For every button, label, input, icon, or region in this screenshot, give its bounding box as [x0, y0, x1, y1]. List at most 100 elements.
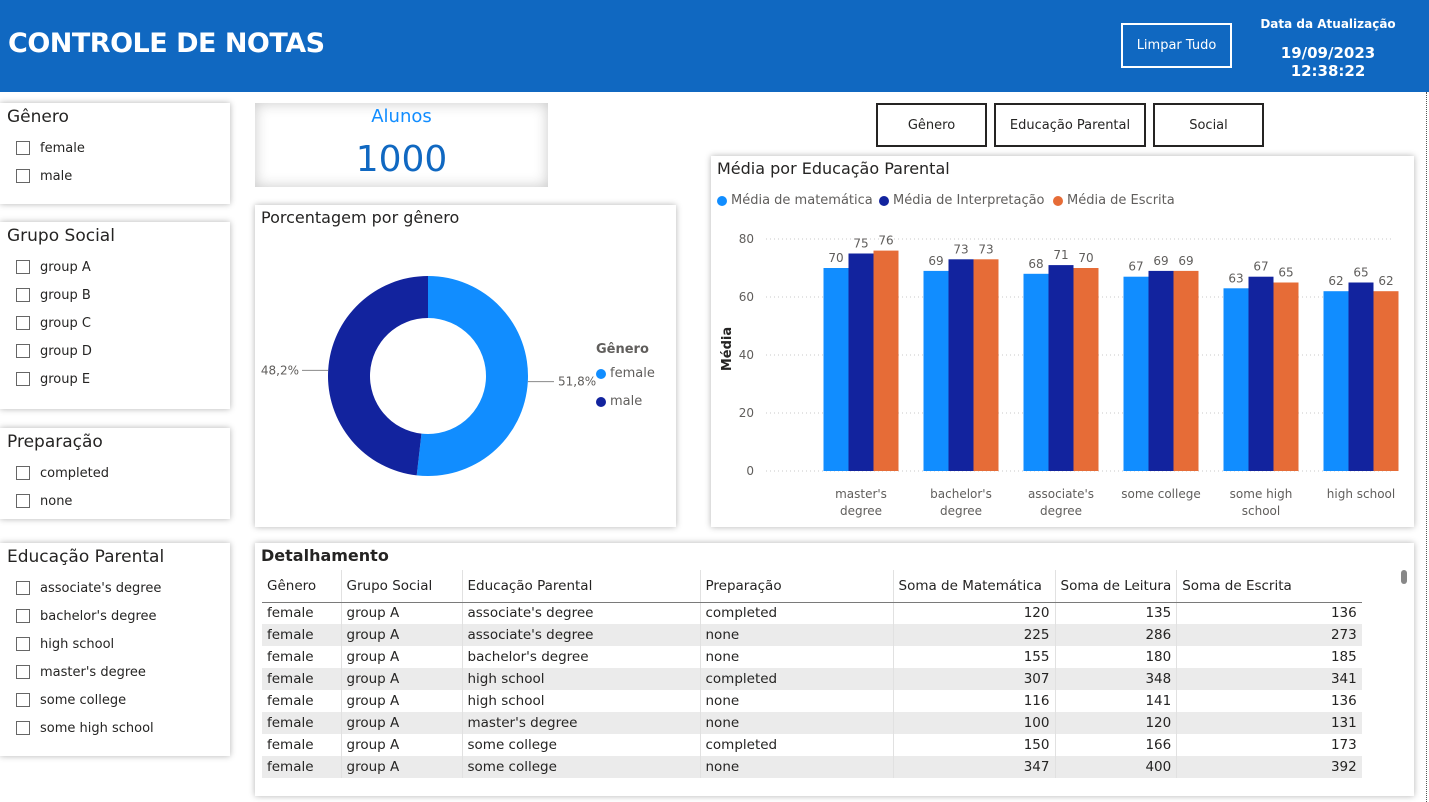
slicer-item-group-c[interactable]: group C — [16, 313, 91, 333]
clear-all-button[interactable]: Limpar Tudo — [1121, 23, 1232, 68]
bar-escrita[interactable] — [1373, 291, 1399, 471]
slicer-item-male[interactable]: male — [16, 166, 72, 186]
slicer-genero: Gênero female male — [0, 103, 230, 204]
checkbox[interactable] — [16, 372, 30, 386]
checkbox[interactable] — [16, 141, 30, 155]
bar-interpretacao[interactable] — [1148, 270, 1174, 471]
kpi-label: Alunos — [371, 106, 432, 127]
bar-interpretacao[interactable] — [948, 259, 974, 471]
column-header-soma-matematica[interactable]: Soma de Matemática — [892, 570, 1055, 603]
data-label: 69 — [928, 254, 943, 268]
cell-grupo-social: group A — [340, 646, 462, 668]
kpi-card-alunos: Alunos 1000 — [255, 103, 548, 187]
slicer-item-completed[interactable]: completed — [16, 463, 109, 483]
slicer-item-group-b[interactable]: group B — [16, 285, 91, 305]
checkbox[interactable] — [16, 609, 30, 623]
bar-escrita[interactable] — [1273, 282, 1299, 472]
donut-chart-card: Porcentagem por gênero 51,8% 48,2% Gêner… — [255, 205, 676, 527]
slicer-item-high-school[interactable]: high school — [16, 634, 114, 654]
column-header-soma-escrita[interactable]: Soma de Escrita — [1176, 570, 1362, 603]
checkbox[interactable] — [16, 721, 30, 735]
cell-grupo-social: group A — [340, 712, 462, 734]
bar-escrita[interactable] — [1073, 268, 1099, 471]
checkbox[interactable] — [16, 693, 30, 707]
bar-matematica[interactable] — [1123, 276, 1149, 471]
y-tick-label: 40 — [739, 348, 754, 362]
bar-interpretacao[interactable] — [1048, 265, 1074, 471]
bar-interpretacao[interactable] — [1248, 276, 1274, 471]
bar-matematica[interactable] — [823, 268, 849, 471]
checkbox[interactable] — [16, 316, 30, 330]
slicer-item-some-high-school[interactable]: some high school — [16, 718, 154, 738]
checkbox[interactable] — [16, 637, 30, 651]
table-row[interactable]: female group Aassociate's degree completed… — [262, 602, 1362, 624]
checkbox[interactable] — [16, 260, 30, 274]
checkbox[interactable] — [16, 494, 30, 508]
page-border — [1426, 92, 1427, 802]
column-header-preparacao[interactable]: Preparação — [699, 570, 893, 603]
checkbox[interactable] — [16, 581, 30, 595]
cell-preparacao: completed — [699, 668, 893, 690]
checkbox[interactable] — [16, 466, 30, 480]
bar-interpretacao[interactable] — [848, 253, 874, 472]
slicer-title: Gênero — [7, 107, 69, 127]
slicer-item-none[interactable]: none — [16, 491, 72, 511]
column-header-genero[interactable]: Gênero — [262, 570, 341, 603]
legend-item-female[interactable]: female — [596, 366, 655, 381]
cell-grupo-social: group A — [340, 668, 462, 690]
bar-interpretacao[interactable] — [1348, 282, 1374, 472]
column-header-soma-leitura[interactable]: Soma de Leitura — [1054, 570, 1177, 603]
column-header-educacao-parental[interactable]: Educação Parental — [461, 570, 700, 603]
table-row[interactable]: female group Aassociate's degree none 225 28… — [262, 624, 1362, 646]
data-label: 73 — [978, 242, 993, 256]
checkbox[interactable] — [16, 665, 30, 679]
table-row[interactable]: female group Abachelor's degree none 155 180… — [262, 646, 1362, 668]
slicer-item-label: associate's degree — [40, 580, 162, 596]
cell-genero: female — [262, 756, 341, 778]
bar-matematica[interactable] — [1223, 288, 1249, 471]
nav-button-educacao-parental[interactable]: Educação Parental — [994, 103, 1146, 147]
page-title: CONTROLE DE NOTAS — [8, 28, 325, 59]
checkbox[interactable] — [16, 288, 30, 302]
cell-preparacao: none — [699, 756, 893, 778]
slicer-item-bachelors-degree[interactable]: bachelor's degree — [16, 606, 157, 626]
legend-item-male[interactable]: male — [596, 394, 642, 409]
checkbox[interactable] — [16, 169, 30, 183]
slicer-item-some-college[interactable]: some college — [16, 690, 126, 710]
donut-slice-male[interactable] — [328, 276, 428, 476]
bar-escrita[interactable] — [873, 250, 899, 471]
slicer-item-female[interactable]: female — [16, 138, 85, 158]
table-row[interactable]: female group Ahigh school none 116 141 136 — [262, 690, 1362, 712]
vertical-scrollbar[interactable] — [1401, 570, 1407, 584]
slicer-item-group-d[interactable]: group D — [16, 341, 92, 361]
slicer-item-label: group A — [40, 259, 91, 275]
bar-escrita[interactable] — [1173, 270, 1199, 471]
slicer-item-associates-degree[interactable]: associate's degree — [16, 578, 161, 598]
table-row[interactable]: female group Asome college none 347 400 392 — [262, 756, 1362, 778]
donut-slice-female[interactable] — [416, 276, 528, 477]
nav-button-social[interactable]: Social — [1153, 103, 1264, 147]
bar-matematica[interactable] — [1323, 291, 1349, 471]
nav-button-genero[interactable]: Gênero — [876, 103, 987, 147]
slicer-item-group-a[interactable]: group A — [16, 257, 91, 277]
table-row[interactable]: female group Amaster's degree none 100 120 13… — [262, 712, 1362, 734]
bar-matematica[interactable] — [1023, 273, 1049, 471]
slicer-item-masters-degree[interactable]: master's degree — [16, 662, 146, 682]
bar-escrita[interactable] — [973, 259, 999, 471]
data-label: 69 — [1178, 254, 1193, 268]
column-header-grupo-social[interactable]: Grupo Social — [340, 570, 462, 603]
checkbox[interactable] — [16, 344, 30, 358]
x-tick-label: associate's — [1028, 487, 1094, 501]
slicer-item-label: master's degree — [40, 664, 146, 680]
table-row[interactable]: female group Ahigh school completed 307 348 3… — [262, 668, 1362, 690]
bar-matematica[interactable] — [923, 270, 949, 471]
legend-dot — [596, 396, 606, 407]
data-label: 65 — [1353, 266, 1368, 280]
data-label: 76 — [878, 234, 893, 248]
update-date-value: 19/09/2023 12:38:22 — [1280, 44, 1376, 80]
table-row[interactable]: female group Asome college completed 150 166… — [262, 734, 1362, 756]
cell-genero: female — [262, 668, 341, 690]
data-label: 62 — [1328, 274, 1343, 288]
slicer-item-group-e[interactable]: group E — [16, 369, 90, 389]
cell-soma-leitura: 348 — [1054, 668, 1177, 690]
